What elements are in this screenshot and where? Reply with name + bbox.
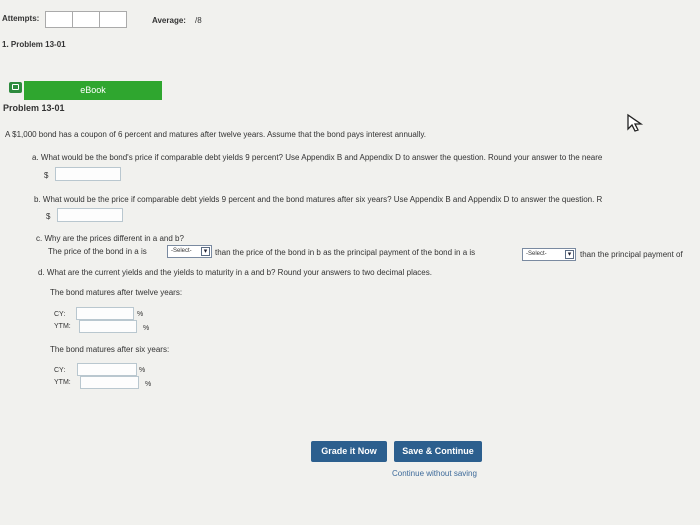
twelve-years-label: The bond matures after twelve years: [50, 288, 183, 297]
six-ytm-percent: % [145, 381, 152, 388]
attempt-box-1 [45, 11, 73, 28]
part-c-select-1[interactable]: -Select- ▾ [167, 245, 212, 258]
six-cy-label: CY: [54, 367, 66, 374]
part-a-question: a. What would be the bond's price if com… [32, 153, 603, 162]
six-cy-input[interactable] [77, 363, 137, 376]
average-value: /8 [195, 16, 202, 25]
twelve-ytm-input[interactable] [79, 320, 137, 333]
grade-it-now-button[interactable]: Grade it Now [311, 441, 387, 462]
ebook-button[interactable]: eBook [24, 81, 162, 100]
part-c-select-1-value: -Select- [171, 248, 192, 254]
twelve-ytm-label: YTM: [54, 323, 71, 330]
mouse-cursor-icon [627, 113, 644, 132]
attempts-label: Attempts: [2, 14, 40, 23]
twelve-cy-percent: % [137, 311, 144, 318]
six-ytm-label: YTM: [54, 379, 71, 386]
part-d-question: d. What are the current yields and the y… [38, 268, 432, 277]
problem-title: Problem 13-01 [3, 103, 65, 113]
problem-intro: A $1,000 bond has a coupon of 6 percent … [5, 130, 427, 139]
problem-nav-title[interactable]: 1. Problem 13-01 [2, 40, 66, 49]
part-c-question: c. Why are the prices different in a and… [36, 234, 184, 243]
six-cy-percent: % [139, 367, 146, 374]
twelve-cy-label: CY: [54, 311, 66, 318]
part-c-sentence-middle: than the price of the bond in b as the p… [215, 248, 476, 257]
six-years-label: The bond matures after six years: [50, 345, 170, 354]
twelve-ytm-percent: % [143, 325, 150, 332]
ebook-icon[interactable] [9, 82, 22, 93]
part-a-price-input[interactable] [55, 167, 121, 181]
chevron-down-icon: ▾ [565, 250, 574, 259]
continue-without-saving-link[interactable]: Continue without saving [392, 469, 477, 478]
part-c-sentence-start: The price of the bond in a is [48, 247, 147, 256]
six-ytm-input[interactable] [80, 376, 139, 389]
part-c-sentence-end: than the principal payment of [580, 250, 683, 259]
average-label: Average: [152, 16, 186, 25]
attempt-box-3 [99, 11, 127, 28]
save-and-continue-button[interactable]: Save & Continue [394, 441, 482, 462]
part-b-price-input[interactable] [57, 208, 123, 222]
chevron-down-icon: ▾ [201, 247, 210, 256]
part-a-currency: $ [44, 171, 49, 180]
part-b-question: b. What would be the price if comparable… [34, 195, 603, 204]
attempt-box-2 [72, 11, 100, 28]
part-b-currency: $ [46, 212, 51, 221]
part-c-select-2[interactable]: -Select- ▾ [522, 248, 576, 261]
part-c-select-2-value: -Select- [526, 251, 547, 257]
twelve-cy-input[interactable] [76, 307, 134, 320]
